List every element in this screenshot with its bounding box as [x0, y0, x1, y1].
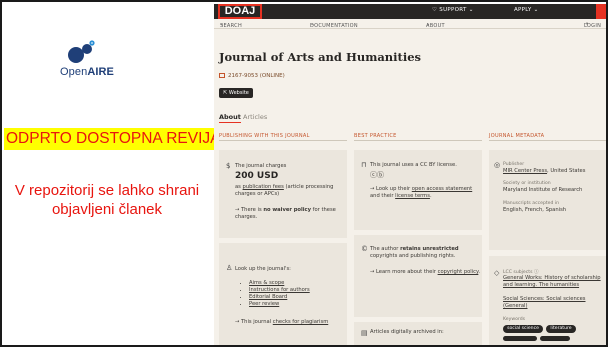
publisher-card: ◎ Publisher MIR Center Press, United Sta…	[489, 150, 606, 250]
lcc-subject-link[interactable]: Social Sciences: Social sciences (Genera…	[503, 296, 606, 310]
search-toggle[interactable]	[596, 4, 606, 19]
divider	[489, 140, 606, 141]
license-card: ⊓ This journal uses a CC BY license. ⓒⓑ …	[354, 150, 482, 230]
instructions-link[interactable]: Instructions for authors	[249, 287, 341, 294]
chevron-down-icon: ⌄	[531, 7, 539, 13]
tab-articles[interactable]: Articles	[243, 113, 267, 121]
keyword-tag[interactable]	[503, 336, 537, 341]
openaire-logo: OpenAIRE	[42, 40, 132, 80]
journal-title: Journal of Arts and Humanities	[219, 50, 422, 64]
book-icon	[219, 73, 225, 78]
user-icon: ♙	[226, 264, 233, 272]
issn: 2167-9053 (ONLINE)	[219, 73, 285, 79]
editorial-board-link[interactable]: Editorial Board	[249, 294, 341, 301]
keyword-tag[interactable]: social science	[503, 325, 543, 333]
copyright-icon: ©	[361, 245, 368, 253]
waiver-text: → There is no waiver policy for these ch…	[235, 207, 336, 220]
publication-fees-link[interactable]: publication fees	[243, 184, 284, 190]
secondary-nav: SEARCH ⌄ DOCUMENTATION ⌄ ABOUT ⌄ LOGIN ⇥	[214, 19, 606, 29]
nav-documentation[interactable]: DOCUMENTATION ⌄	[310, 21, 358, 29]
nav-support[interactable]: ♡ SUPPORT ⌄	[432, 7, 474, 13]
lock-open-icon: ⊓	[361, 161, 367, 169]
lcc-subject-link[interactable]: General Works: History of scholarship an…	[503, 275, 606, 289]
peer-review-link[interactable]: Peer review	[249, 301, 341, 308]
plagiarism-link[interactable]: checks for plagiarism	[273, 319, 328, 325]
slide-panel: OpenAIRE ODPRTO DOSTOPNA REVIJA V repozi…	[4, 4, 220, 345]
divider	[354, 140, 482, 141]
copyright-policy-link[interactable]: copyright policy	[438, 269, 479, 275]
openaire-logo-text: OpenAIRE	[60, 66, 114, 78]
copyright-card: © The author retains unrestricted copyri…	[354, 235, 482, 317]
tag-icon: ◇	[494, 269, 500, 277]
keyword-tag[interactable]	[540, 336, 570, 341]
keyword-tag[interactable]: literature	[546, 325, 576, 333]
archive-icon: ▤	[361, 329, 368, 337]
website-button[interactable]: ⇱ Website	[219, 88, 253, 98]
license-terms-link[interactable]: license terms	[395, 193, 430, 199]
nav-search[interactable]: SEARCH ⌄	[220, 21, 242, 29]
nav-apply[interactable]: APPLY ⌄	[514, 7, 539, 13]
charge-amount: 200 USD	[235, 171, 279, 181]
doaj-page: DOAJ ♡ SUPPORT ⌄ APPLY ⌄ SEARCH ⌄ DOCUME…	[214, 4, 606, 345]
archive-card: ▤ Articles digitally archived in:	[354, 322, 482, 345]
nav-about[interactable]: ABOUT ⌄	[426, 21, 445, 29]
open-access-banner: ODPRTO DOSTOPNA REVIJA	[4, 128, 220, 150]
tab-about[interactable]: About	[219, 113, 241, 123]
publisher-link[interactable]: MIR Center Press	[503, 168, 547, 174]
repository-note: V repozitorij se lahko shrani objavljeni…	[14, 182, 200, 218]
location-icon: ◎	[494, 161, 501, 169]
aims-scope-link[interactable]: Aims & scope	[249, 280, 341, 287]
nav-login[interactable]: LOGIN ⇥	[584, 21, 601, 29]
lookup-card: ♙ Look up the journal's: Aims & scope In…	[219, 243, 347, 345]
metadata-heading: JOURNAL METADATA	[489, 133, 545, 139]
charges-card: $ The journal charges 200 USD as publica…	[219, 150, 347, 238]
best-practice-heading: BEST PRACTICE	[354, 133, 397, 139]
cc-by-icon: ⓒⓑ	[370, 171, 384, 179]
open-access-statement-link[interactable]: open access statement	[412, 186, 472, 192]
divider	[219, 140, 347, 141]
publishing-heading: PUBLISHING WITH THIS JOURNAL	[219, 133, 310, 139]
doaj-logo[interactable]: DOAJ	[218, 4, 262, 19]
openaire-logo-icon	[68, 40, 95, 63]
dollar-icon: $	[226, 162, 231, 170]
top-bar: DOAJ ♡ SUPPORT ⌄ APPLY ⌄	[214, 4, 606, 19]
chevron-down-icon: ⌄	[466, 7, 474, 13]
slide-frame: OpenAIRE ODPRTO DOSTOPNA REVIJA V repozi…	[0, 0, 608, 347]
subjects-card: ◇ LCC subjects ⓘ General Works: History …	[489, 256, 606, 345]
journal-links: Aims & scope Instructions for authors Ed…	[241, 280, 341, 308]
